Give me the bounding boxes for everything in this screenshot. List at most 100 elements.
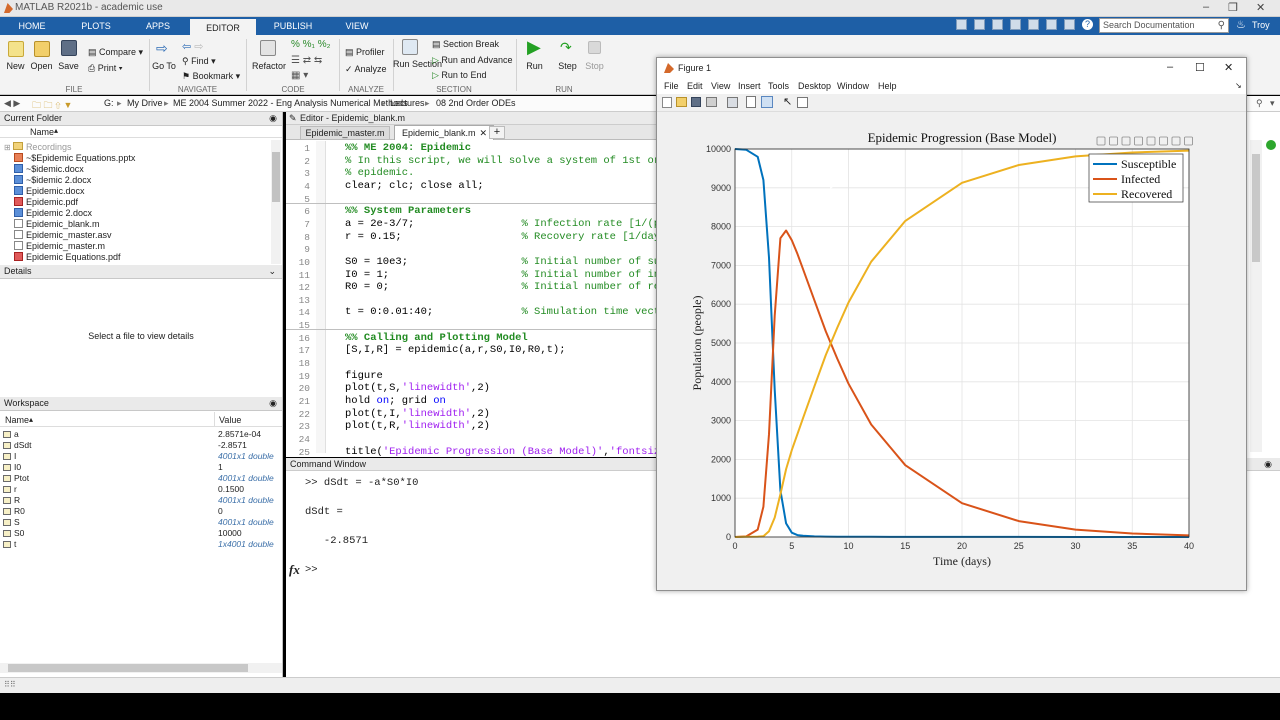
code-line[interactable]: t = 0:0.01:40; % Simulation time vector	[345, 306, 673, 318]
paste-icon[interactable]	[1010, 19, 1021, 30]
address-expand-icon[interactable]: ▾	[1270, 98, 1275, 109]
redo-icon[interactable]	[1046, 19, 1057, 30]
goto-button[interactable]: Go To	[150, 61, 178, 71]
chart-legend[interactable]: SusceptibleInfectedRecovered	[1088, 153, 1184, 203]
panel-options-icon[interactable]: ◉	[1264, 458, 1272, 470]
folder-scrollbar[interactable]	[271, 140, 281, 264]
menu-file[interactable]: File	[664, 81, 679, 91]
text-icon[interactable]	[1109, 136, 1118, 146]
section-break-button[interactable]: ▤ Section Break	[432, 39, 499, 50]
back-forward-icon[interactable]: ⇦ ⇨	[182, 40, 204, 53]
breadcrumb-lectures[interactable]: Lectures	[390, 98, 425, 108]
insert-legend-icon[interactable]	[761, 96, 773, 108]
scrollbar-thumb[interactable]	[8, 664, 248, 672]
stop-icon[interactable]	[588, 41, 601, 54]
save-icon[interactable]	[956, 19, 967, 30]
profiler-button[interactable]: ▤ Profiler	[345, 47, 385, 58]
list-item[interactable]: Epidemic 2.docx	[14, 208, 92, 219]
column-divider[interactable]	[214, 412, 215, 427]
address-search-icon[interactable]: ⚲	[1256, 98, 1263, 109]
print-button[interactable]: ⎙ Print ▾	[88, 63, 148, 74]
run-section-button[interactable]: Run Section	[393, 59, 442, 69]
new-tab-button[interactable]: +	[489, 126, 505, 139]
stop-button[interactable]: Stop	[582, 61, 607, 71]
table-row[interactable]: I 4001x1 double	[0, 451, 278, 462]
tab-apps[interactable]: APPS	[137, 17, 179, 35]
table-row[interactable]: a 2.8571e-04	[0, 429, 278, 440]
table-row[interactable]: I0 1	[0, 462, 278, 473]
list-item[interactable]: ~$idemic.docx	[14, 164, 84, 175]
compare-button[interactable]: ▤ Compare ▾	[88, 47, 148, 58]
code-line[interactable]: plot(t,I,'linewidth',2)	[345, 408, 490, 420]
scrollbar-thumb[interactable]	[1252, 154, 1260, 262]
code-line[interactable]: S0 = 10e3; % Initial number of susce	[345, 256, 679, 268]
dock-arrow-icon[interactable]: ↘	[1235, 81, 1242, 90]
notification-bell-icon[interactable]: ♨	[1236, 18, 1246, 31]
code-line[interactable]: R0 = 0; % Initial number of recov	[345, 281, 679, 293]
step-icon[interactable]: ↷	[560, 39, 576, 55]
scrollbar-thumb[interactable]	[272, 152, 280, 202]
panel-options-icon[interactable]: ◉	[269, 397, 277, 410]
breadcrumb-mydrive[interactable]: My Drive	[127, 98, 163, 108]
copy-icon[interactable]	[992, 19, 1003, 30]
list-item[interactable]: Epidemic_master.m	[14, 241, 105, 252]
code-line[interactable]: r = 0.15; % Recovery rate [1/day]	[345, 231, 666, 243]
table-row[interactable]: S0 10000	[0, 528, 278, 539]
bookmark-button[interactable]: ⚑ Bookmark ▾	[182, 71, 240, 82]
run-icon[interactable]: ▶	[527, 38, 543, 56]
brush-icon[interactable]	[1096, 136, 1106, 146]
code-line[interactable]: hold on; grid on	[345, 395, 446, 407]
list-item[interactable]: Epidemic.docx	[14, 186, 85, 197]
collapse-icon[interactable]: ⌄	[268, 265, 276, 278]
code-line[interactable]: plot(t,S,'linewidth',2)	[345, 382, 490, 394]
panel-options-icon[interactable]: ◉	[269, 112, 277, 125]
minimize-icon[interactable]: –	[1203, 1, 1209, 13]
list-item[interactable]: ~$Epidemic Equations.pptx	[14, 153, 135, 164]
zoom-out-icon[interactable]	[1171, 136, 1181, 146]
code-line[interactable]: plot(t,R,'linewidth',2)	[345, 420, 490, 432]
menu-insert[interactable]: Insert	[738, 81, 761, 91]
breadcrumb-folder[interactable]: 08 2nd Order ODEs	[436, 98, 516, 108]
menu-window[interactable]: Window	[837, 81, 869, 91]
breadcrumb-course[interactable]: ME 2004 Summer 2022 - Eng Analysis Numer…	[173, 98, 408, 108]
column-name[interactable]: Name	[5, 415, 29, 425]
help-icon[interactable]: ?	[1082, 19, 1093, 30]
column-name[interactable]: Name	[30, 127, 54, 137]
open-file-icon[interactable]	[676, 97, 687, 107]
new-button[interactable]: New	[3, 61, 28, 71]
code-line[interactable]: %% System Parameters	[345, 205, 471, 217]
smart-indent-icon[interactable]: ▦ ▾	[291, 70, 308, 81]
refactor-button[interactable]: Refactor	[250, 61, 288, 71]
cut-icon[interactable]	[974, 19, 985, 30]
table-row[interactable]: t 1x4001 double	[0, 539, 278, 550]
tab-epidemic-master[interactable]: Epidemic_master.m	[300, 126, 390, 140]
switch-windows-icon[interactable]	[1064, 19, 1075, 30]
table-row[interactable]: R 4001x1 double	[0, 495, 278, 506]
analyze-button[interactable]: ✓ Analyze	[345, 64, 387, 75]
code-line[interactable]: %% Calling and Plotting Model	[345, 332, 528, 344]
close-icon[interactable]: ✕	[1224, 61, 1233, 74]
open-button[interactable]: Open	[29, 61, 54, 71]
code-analyzer-ok-icon[interactable]	[1266, 140, 1276, 150]
editor-scrollbar[interactable]	[1250, 140, 1262, 452]
tab-view[interactable]: VIEW	[336, 17, 378, 35]
list-item[interactable]: ⊞ Recordings	[4, 142, 71, 153]
user-name[interactable]: Troy	[1252, 20, 1270, 30]
menu-edit[interactable]: Edit	[687, 81, 703, 91]
data-tips-icon[interactable]	[1121, 136, 1131, 146]
property-inspector-icon[interactable]	[797, 97, 808, 108]
menu-desktop[interactable]: Desktop	[798, 81, 831, 91]
run-to-end-button[interactable]: ▷ Run to End	[432, 70, 486, 81]
zoom-in-icon[interactable]	[1159, 136, 1168, 146]
code-line[interactable]: title('Epidemic Progression (Base Model)…	[345, 446, 673, 458]
undo-icon[interactable]	[1028, 19, 1039, 30]
goto-arrow-icon[interactable]: ⇨	[156, 40, 172, 56]
command-prompt-input[interactable]: >>	[305, 564, 318, 576]
link-plot-icon[interactable]	[727, 97, 738, 108]
minimize-icon[interactable]: –	[1167, 61, 1173, 73]
search-icon[interactable]: ⚲	[1218, 19, 1225, 32]
indent-icons[interactable]: ☰ ⇄ ⇆	[291, 55, 322, 66]
maximize-icon[interactable]: ☐	[1195, 61, 1205, 74]
rotate-icon[interactable]	[1134, 136, 1143, 146]
new-icon[interactable]	[8, 41, 24, 57]
